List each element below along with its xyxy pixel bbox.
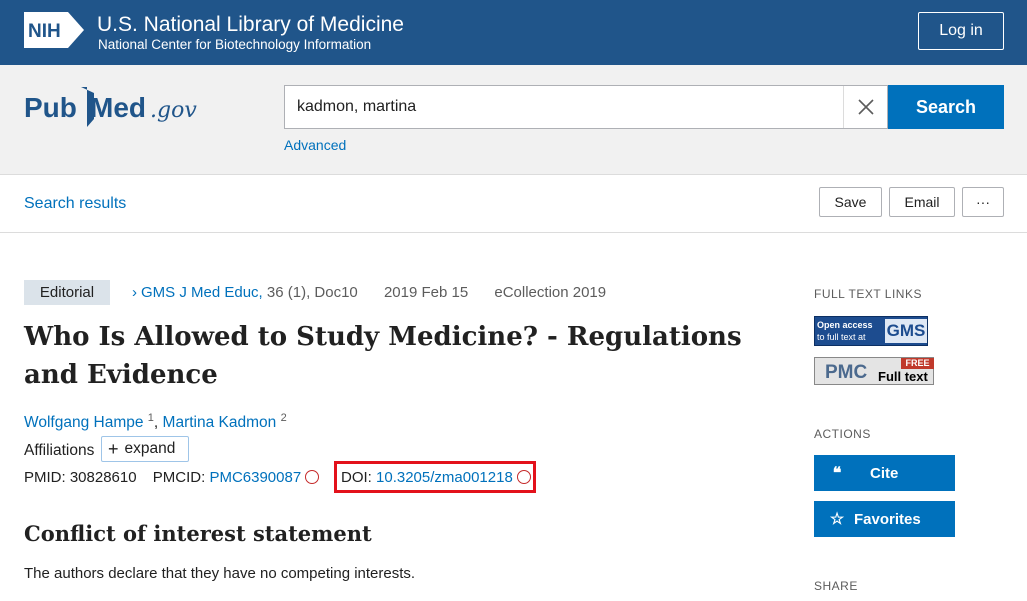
coi-text: The authors declare that they have no co… [24, 565, 416, 582]
svg-text:Pub: Pub [24, 92, 77, 123]
favorites-button[interactable]: ☆ Favorites [814, 501, 955, 537]
affiliations-label: Affiliations [24, 442, 95, 459]
publication-date: 2019 Feb 15 [383, 284, 469, 301]
results-bar: Search results Save Email ··· [0, 175, 1027, 233]
pmid-value: 30828610 [69, 469, 137, 486]
svg-text:NIH: NIH [28, 21, 61, 42]
author-link[interactable]: Martina Kadmon [163, 414, 277, 431]
pmc-logo: PMC [825, 362, 868, 383]
close-icon [857, 99, 874, 115]
citation-volume: 36 (1), Doc10 [266, 284, 358, 301]
save-button[interactable]: Save [819, 187, 882, 217]
ecollection-date: eCollection 2019 [494, 284, 607, 301]
search-results-link[interactable]: Search results [24, 195, 126, 213]
actions-label: ACTIONS [814, 427, 871, 441]
gms-logo: GMS [885, 319, 927, 343]
cite-button[interactable]: ❝ Cite [814, 455, 955, 491]
coi-heading: Conflict of interest statement [24, 521, 372, 546]
svg-text:Med: Med [90, 92, 146, 123]
advanced-search-link[interactable]: Advanced [284, 137, 346, 153]
search-button[interactable]: Search [888, 85, 1004, 129]
expand-affiliations-button[interactable]: + expand [101, 436, 189, 462]
search-input[interactable] [285, 86, 845, 128]
publication-type-badge: Editorial [24, 280, 110, 305]
share-label: SHARE [814, 579, 858, 593]
nih-banner: NIH U.S. National Library of Medicine Na… [0, 0, 1027, 65]
pubmed-logo[interactable]: Pub Med .gov [24, 83, 214, 135]
journal-citation: › GMS J Med Educ, 36 (1), Doc10 2019 Feb … [132, 284, 606, 301]
article-title: Who Is Allowed to Study Medicine? - Regu… [24, 322, 742, 390]
pmc-full-text-link[interactable]: PMC FREE Full text [814, 357, 934, 385]
author-link[interactable]: Wolfgang Hampe [24, 414, 143, 431]
citation-icon[interactable] [305, 470, 320, 484]
journal-link[interactable]: GMS J Med Educ, [141, 284, 263, 301]
search-box [284, 85, 888, 129]
plus-icon: + [108, 438, 119, 459]
doi-line: DOI: 10.3205/zma001218 [341, 469, 531, 486]
doi-label: DOI: [341, 469, 372, 486]
affiliation-ref[interactable]: 2 [281, 412, 287, 424]
more-options-button[interactable]: ··· [962, 187, 1004, 217]
star-icon: ☆ [829, 511, 845, 528]
free-badge: FREE [901, 358, 934, 369]
gms-full-text-link[interactable]: Open access to full text at GMS [814, 316, 928, 346]
pmid-label: PMID: [24, 469, 66, 486]
pmcid-label: PMCID: [152, 469, 206, 486]
org-title[interactable]: U.S. National Library of Medicine [97, 13, 404, 37]
identifier-line: PMID: 30828610 PMCID: PMC6390087 [24, 469, 320, 486]
doi-link[interactable]: 10.3205/zma001218 [376, 469, 513, 486]
org-subtitle: National Center for Biotechnology Inform… [98, 37, 372, 52]
nih-logo-icon[interactable]: NIH [24, 12, 84, 48]
login-button[interactable]: Log in [918, 12, 1004, 50]
pmcid-link[interactable]: PMC6390087 [209, 469, 301, 486]
clear-search-button[interactable] [843, 86, 887, 128]
chevron-right-icon: › [132, 284, 137, 301]
quote-icon: ❝ [832, 465, 842, 482]
email-button[interactable]: Email [889, 187, 955, 217]
svg-text:.gov: .gov [150, 98, 197, 123]
full-text-links-label: FULL TEXT LINKS [814, 287, 922, 301]
citation-icon[interactable] [516, 470, 531, 484]
search-area: Pub Med .gov Search Advanced [0, 65, 1027, 175]
author-list: Wolfgang Hampe 1, Martina Kadmon 2 [24, 412, 287, 432]
